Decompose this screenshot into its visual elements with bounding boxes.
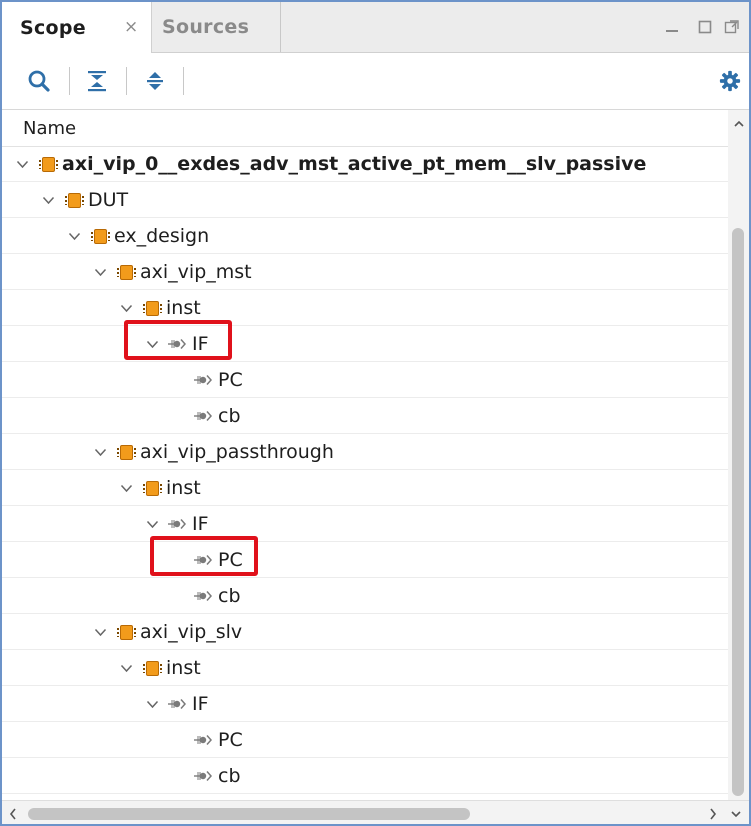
gear-icon[interactable] xyxy=(713,53,747,109)
tree-row-label: axi_vip_0__exdes_adv_mst_active_pt_mem__… xyxy=(62,153,647,175)
vertical-scroll-thumb[interactable] xyxy=(732,228,744,796)
tree-row-label: IF xyxy=(192,513,209,535)
tree-row-label: cb xyxy=(218,585,241,607)
tree-row-label: inst xyxy=(166,657,201,679)
tree-row-label: axi_vip_passthrough xyxy=(140,441,334,463)
chevron-up-icon[interactable] xyxy=(728,116,749,132)
chevron-down-icon[interactable] xyxy=(118,650,134,686)
tree-row-label: axi_vip_slv xyxy=(140,621,243,643)
interface-icon xyxy=(167,326,189,362)
tree-row[interactable]: ex_design xyxy=(2,218,728,254)
tree-row-label: PC xyxy=(218,729,243,751)
chevron-down-icon[interactable] xyxy=(144,326,160,362)
interface-icon xyxy=(193,758,215,794)
search-icon[interactable] xyxy=(22,53,56,109)
tree-row[interactable]: DUT xyxy=(2,182,728,218)
chevron-down-icon[interactable] xyxy=(726,801,746,824)
chevron-down-icon[interactable] xyxy=(40,182,56,218)
tree-row-label: axi_vip_mst xyxy=(140,261,252,283)
tree-row-label: IF xyxy=(192,333,209,355)
chevron-left-icon[interactable] xyxy=(4,801,22,824)
chevron-down-icon[interactable] xyxy=(92,614,108,650)
interface-icon xyxy=(167,506,189,542)
interface-icon xyxy=(193,362,215,398)
tab-bar: Scope × Sources xyxy=(2,2,749,53)
chevron-right-icon[interactable] xyxy=(704,801,722,824)
toolbar xyxy=(2,53,749,110)
tree-row[interactable]: inst xyxy=(2,290,728,326)
chevron-down-icon[interactable] xyxy=(118,470,134,506)
module-icon xyxy=(63,182,85,218)
toolbar-separator xyxy=(183,67,184,95)
tree-row[interactable]: IF xyxy=(2,326,728,362)
module-icon xyxy=(141,470,163,506)
toolbar-separator xyxy=(69,67,70,95)
interface-icon xyxy=(167,686,189,722)
interface-icon xyxy=(193,542,215,578)
chevron-down-icon[interactable] xyxy=(144,506,160,542)
module-icon xyxy=(141,650,163,686)
tree-row[interactable]: cb xyxy=(2,758,728,794)
tab-sources-label: Sources xyxy=(162,16,250,38)
chevron-down-icon[interactable] xyxy=(14,146,30,182)
tree-row-label: ex_design xyxy=(114,225,210,247)
chevron-down-icon[interactable] xyxy=(144,686,160,722)
module-icon xyxy=(115,434,137,470)
tree-row-label: inst xyxy=(166,297,201,319)
tree-row[interactable]: cb xyxy=(2,398,728,434)
chevron-down-icon[interactable] xyxy=(118,290,134,326)
tree-row-label: cb xyxy=(218,405,241,427)
tree-row[interactable]: IF xyxy=(2,686,728,722)
tree-row-label: PC xyxy=(218,549,243,571)
interface-icon xyxy=(193,578,215,614)
scope-tree: axi_vip_0__exdes_adv_mst_active_pt_mem__… xyxy=(2,146,728,800)
tab-sources[interactable]: Sources xyxy=(152,2,281,52)
tree-row[interactable]: axi_vip_0__exdes_adv_mst_active_pt_mem__… xyxy=(2,146,728,182)
column-header-name[interactable]: Name xyxy=(2,110,728,147)
module-icon xyxy=(115,254,137,290)
chevron-down-icon[interactable] xyxy=(92,434,108,470)
module-icon xyxy=(141,290,163,326)
chevron-down-icon[interactable] xyxy=(92,254,108,290)
horizontal-scrollbar[interactable] xyxy=(2,800,749,824)
chevron-down-icon[interactable] xyxy=(66,218,82,254)
minimize-icon[interactable] xyxy=(662,2,682,52)
tab-scope-label: Scope xyxy=(20,16,86,39)
module-icon xyxy=(37,146,59,182)
toolbar-separator xyxy=(126,67,127,95)
scope-panel: Scope × Sources Name axi_vip_0__exdes_ad… xyxy=(0,0,751,826)
interface-icon xyxy=(193,722,215,758)
horizontal-scroll-thumb[interactable] xyxy=(28,808,470,820)
tree-row[interactable]: cb xyxy=(2,578,728,614)
interface-icon xyxy=(193,398,215,434)
tree-row-label: inst xyxy=(166,477,201,499)
tree-row[interactable]: axi_vip_slv xyxy=(2,614,728,650)
collapse-all-icon[interactable] xyxy=(80,53,114,109)
tree-row[interactable]: inst xyxy=(2,650,728,686)
vertical-scrollbar[interactable] xyxy=(728,110,749,800)
tree-row[interactable]: axi_vip_mst xyxy=(2,254,728,290)
module-icon xyxy=(89,218,111,254)
tree-row[interactable]: inst xyxy=(2,470,728,506)
tree-row-label: DUT xyxy=(88,189,129,211)
tree-row[interactable]: PC xyxy=(2,722,728,758)
close-icon[interactable]: × xyxy=(124,2,138,52)
tree-row-label: cb xyxy=(218,765,241,787)
tree-row[interactable]: PC xyxy=(2,542,728,578)
module-icon xyxy=(115,614,137,650)
float-icon[interactable] xyxy=(722,2,742,52)
tree-row-label: PC xyxy=(218,369,243,391)
tree-row[interactable]: PC xyxy=(2,362,728,398)
tree-row[interactable]: axi_vip_passthrough xyxy=(2,434,728,470)
maximize-icon[interactable] xyxy=(695,2,715,52)
tree-row[interactable]: IF xyxy=(2,506,728,542)
tree-row-label: IF xyxy=(192,693,209,715)
expand-all-icon[interactable] xyxy=(138,53,172,109)
